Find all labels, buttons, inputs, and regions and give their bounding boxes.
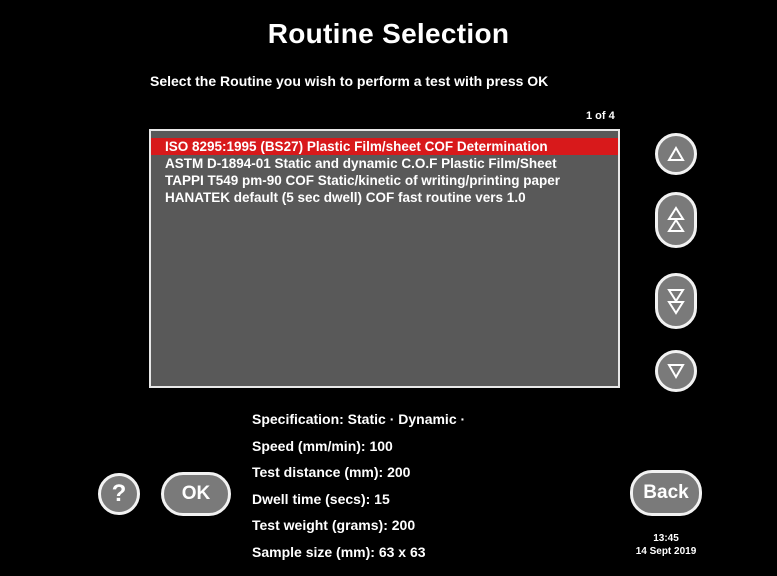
triangle-up-icon <box>667 146 685 161</box>
back-button[interactable]: Back <box>630 470 702 516</box>
test-weight-text: Test weight (grams): 200 <box>252 517 416 534</box>
list-item-iso-8295[interactable]: ISO 8295:1995 (BS27) Plastic Film/sheet … <box>151 138 618 155</box>
sample-size-text: Sample size (mm): 63 x 63 <box>252 543 426 560</box>
ok-button[interactable]: OK <box>161 472 231 516</box>
page-indicator: 1 of 4 <box>586 110 615 122</box>
list-item-tappi-t549[interactable]: TAPPI T549 pm-90 COF Static/kinetic of w… <box>151 172 618 189</box>
scroll-up-button[interactable] <box>655 133 697 175</box>
routine-list[interactable]: ISO 8295:1995 (BS27) Plastic Film/sheet … <box>149 129 620 388</box>
double-triangle-up-icon <box>667 206 685 232</box>
page-up-button[interactable] <box>655 192 697 248</box>
list-item-astm-d1894[interactable]: ASTM D-1894-01 Static and dynamic C.O.F … <box>151 155 618 172</box>
routine-details: Specification: Static · Dynamic · Speed … <box>252 406 465 566</box>
clock-date: 14 Sept 2019 <box>635 546 697 557</box>
ok-button-label: OK <box>181 483 211 504</box>
triangle-down-icon <box>667 364 685 379</box>
clock-time: 13:45 <box>653 533 679 544</box>
dwell-time-text: Dwell time (secs): 15 <box>252 490 390 507</box>
page-down-button[interactable] <box>655 273 697 329</box>
question-mark-icon: ? <box>111 480 127 507</box>
help-button[interactable]: ? <box>98 473 140 515</box>
scroll-down-button[interactable] <box>655 350 697 392</box>
list-item-hanatek-default[interactable]: HANATEK default (5 sec dwell) COF fast r… <box>151 189 618 206</box>
page-title: Routine Selection <box>267 18 510 49</box>
specification-text: Specification: Static · Dynamic · <box>252 411 466 427</box>
speed-text: Speed (mm/min): 100 <box>252 437 393 454</box>
double-triangle-down-icon <box>667 289 685 315</box>
clock: 13:45 14 Sept 2019 <box>620 532 712 558</box>
test-distance-text: Test distance (mm): 200 <box>252 464 411 481</box>
back-button-label: Back <box>643 482 689 503</box>
instruction-text: Select the Routine you wish to perform a… <box>150 73 549 89</box>
